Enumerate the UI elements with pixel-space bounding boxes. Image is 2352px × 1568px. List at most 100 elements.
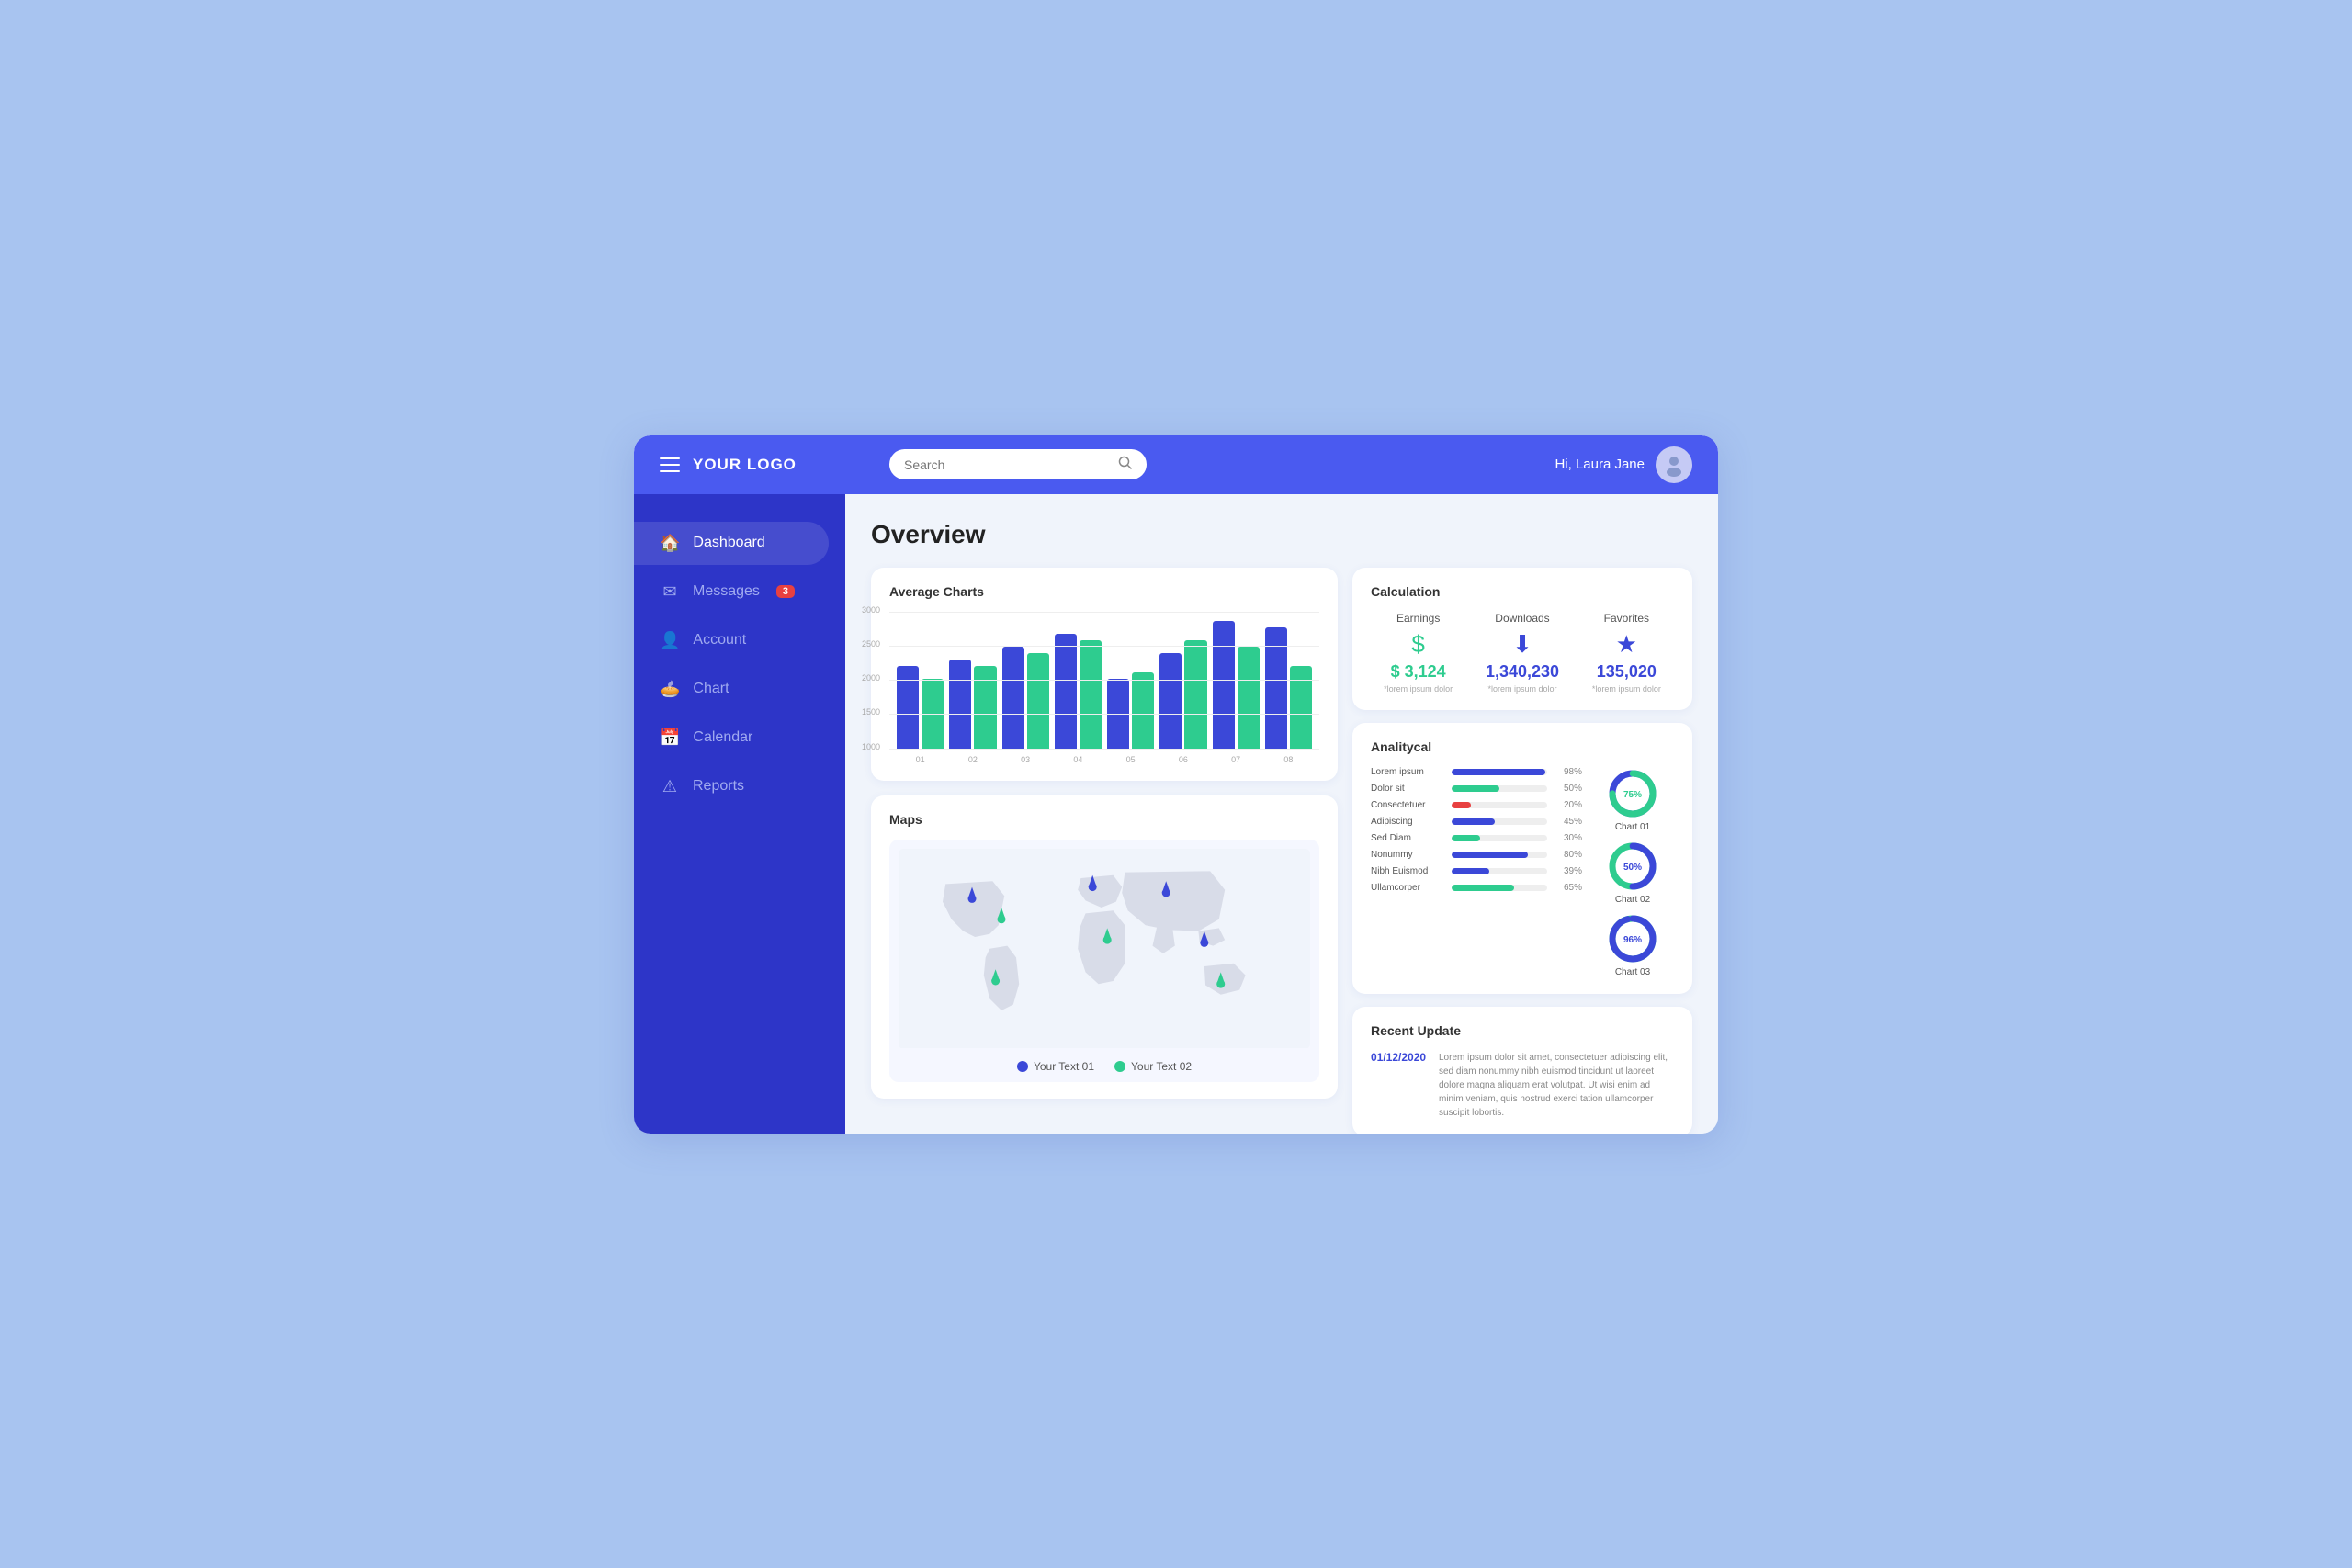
map-legend: Your Text 01 Your Text 02: [1017, 1060, 1192, 1073]
bar-blue: [1107, 679, 1129, 750]
bar-group: [897, 666, 944, 750]
map-svg: [899, 849, 1310, 1054]
bar-list-wrap: [1452, 868, 1547, 874]
downloads-label: Downloads: [1475, 612, 1569, 625]
bar-list-wrap: [1452, 785, 1547, 792]
header: YOUR LOGO Hi, Laura Jane: [634, 435, 1718, 494]
bar-list-fill: [1452, 785, 1499, 792]
donut-item: 75% Chart 01: [1606, 767, 1659, 832]
bar-blue: [1213, 621, 1235, 750]
sidebar-item-chart[interactable]: 🥧 Chart: [634, 668, 829, 711]
app-shell: YOUR LOGO Hi, Laura Jane 🏠 Dashboard ✉ M…: [634, 435, 1718, 1134]
bar-list-label: Lorem ipsum: [1371, 767, 1444, 777]
main-content: Overview Average Charts 3000250020001500…: [845, 494, 1718, 1134]
star-icon: ★: [1579, 630, 1674, 659]
bar-list-label: Nonummy: [1371, 850, 1444, 860]
search-area: [871, 449, 1555, 479]
calendar-icon: 📅: [660, 728, 680, 748]
donut-column: 75% Chart 01 50% Chart 02 96% Chart 03: [1591, 767, 1674, 977]
bar-green: [922, 679, 944, 750]
hamburger-icon[interactable]: [660, 457, 680, 472]
chart-label: 07: [1213, 755, 1260, 764]
donut-label: Chart 03: [1615, 967, 1650, 977]
badge-messages: 3: [776, 585, 795, 598]
sidebar-label-calendar: Calendar: [693, 729, 752, 746]
legend-label: Your Text 01: [1034, 1060, 1094, 1073]
analytical-bar-list: Lorem ipsum 98% Dolor sit 50% Consectetu…: [1371, 767, 1582, 977]
bar-list-label: Consectetuer: [1371, 800, 1444, 810]
download-icon: ⬇: [1475, 630, 1569, 659]
favorites-value: 135,020: [1579, 662, 1674, 682]
map-legend-item: Your Text 02: [1114, 1060, 1192, 1073]
avg-charts-title: Average Charts: [889, 584, 1319, 599]
calc-earnings: Earnings $ $ 3,124 *lorem ipsum dolor: [1371, 612, 1465, 694]
header-left: YOUR LOGO: [660, 456, 871, 474]
greeting-text: Hi, Laura Jane: [1555, 457, 1645, 472]
bar-blue: [897, 666, 919, 750]
bar-list-label: Adipiscing: [1371, 817, 1444, 827]
earnings-sub: *lorem ipsum dolor: [1371, 684, 1465, 694]
bar-blue: [1002, 647, 1024, 750]
sidebar-item-account[interactable]: 👤 Account: [634, 619, 829, 662]
chart-label: 04: [1055, 755, 1102, 764]
sidebar-item-calendar[interactable]: 📅 Calendar: [634, 716, 829, 760]
page-title: Overview: [871, 520, 1692, 549]
bar-list-pct: 20%: [1555, 800, 1582, 810]
bar-blue: [1055, 634, 1077, 750]
search-icon: [1118, 456, 1132, 473]
update-date: 01/12/2020: [1371, 1051, 1426, 1120]
messages-icon: ✉: [660, 582, 680, 602]
logo-text: YOUR LOGO: [693, 456, 797, 474]
bar-list-fill: [1452, 769, 1545, 775]
legend-label: Your Text 02: [1131, 1060, 1192, 1073]
body: 🏠 Dashboard ✉ Messages 3 👤 Account 🥧 Char…: [634, 494, 1718, 1134]
downloads-value: 1,340,230: [1475, 662, 1569, 682]
donut-item: 96% Chart 03: [1606, 912, 1659, 977]
analytical-bar-item: Nibh Euismod 39%: [1371, 866, 1582, 876]
bar-list-fill: [1452, 852, 1528, 858]
bar-green: [1184, 640, 1206, 750]
bar-group: [1265, 627, 1312, 750]
recent-update-card: Recent Update 01/12/2020 Lorem ipsum dol…: [1352, 1007, 1692, 1134]
bar-list-fill: [1452, 802, 1471, 808]
avg-charts-card: Average Charts 30002500200015001000 0102…: [871, 568, 1338, 781]
svg-text:96%: 96%: [1623, 935, 1642, 945]
chart-label: 05: [1107, 755, 1154, 764]
bar-green: [1080, 640, 1102, 750]
bar-green: [1238, 647, 1260, 750]
favorites-sub: *lorem ipsum dolor: [1579, 684, 1674, 694]
bar-list-wrap: [1452, 835, 1547, 841]
sidebar: 🏠 Dashboard ✉ Messages 3 👤 Account 🥧 Char…: [634, 494, 845, 1134]
sidebar-item-dashboard[interactable]: 🏠 Dashboard: [634, 522, 829, 565]
bar-list-wrap: [1452, 802, 1547, 808]
sidebar-item-messages[interactable]: ✉ Messages 3: [634, 570, 829, 614]
downloads-sub: *lorem ipsum dolor: [1475, 684, 1569, 694]
recent-update-title: Recent Update: [1371, 1023, 1674, 1038]
sidebar-label-dashboard: Dashboard: [693, 535, 764, 551]
dashboard-icon: 🏠: [660, 534, 680, 553]
analytical-bar-item: Consectetuer 20%: [1371, 800, 1582, 810]
bar-group: [1055, 634, 1102, 750]
bar-list-wrap: [1452, 852, 1547, 858]
earnings-value: $ 3,124: [1371, 662, 1465, 682]
bar-list-label: Dolor sit: [1371, 784, 1444, 794]
search-box: [889, 449, 1147, 479]
analytical-title: Analitycal: [1371, 739, 1674, 754]
bar-blue: [1265, 627, 1287, 750]
donut-label: Chart 01: [1615, 822, 1650, 832]
svg-text:50%: 50%: [1623, 863, 1642, 873]
analytical-bar-item: Ullamcorper 65%: [1371, 883, 1582, 893]
sidebar-item-reports[interactable]: ⚠ Reports: [634, 765, 829, 808]
bar-list-label: Ullamcorper: [1371, 883, 1444, 893]
avatar[interactable]: [1656, 446, 1692, 483]
sidebar-label-account: Account: [693, 632, 746, 649]
dollar-icon: $: [1371, 630, 1465, 659]
update-text: Lorem ipsum dolor sit amet, consectetuer…: [1439, 1051, 1674, 1120]
donut-chart: 96%: [1606, 912, 1659, 965]
calc-downloads: Downloads ⬇ 1,340,230 *lorem ipsum dolor: [1475, 612, 1569, 694]
reports-icon: ⚠: [660, 777, 680, 796]
chart-labels: 0102030405060708: [889, 750, 1319, 764]
chart-label: 08: [1265, 755, 1312, 764]
earnings-label: Earnings: [1371, 612, 1465, 625]
search-input[interactable]: [904, 457, 1111, 472]
